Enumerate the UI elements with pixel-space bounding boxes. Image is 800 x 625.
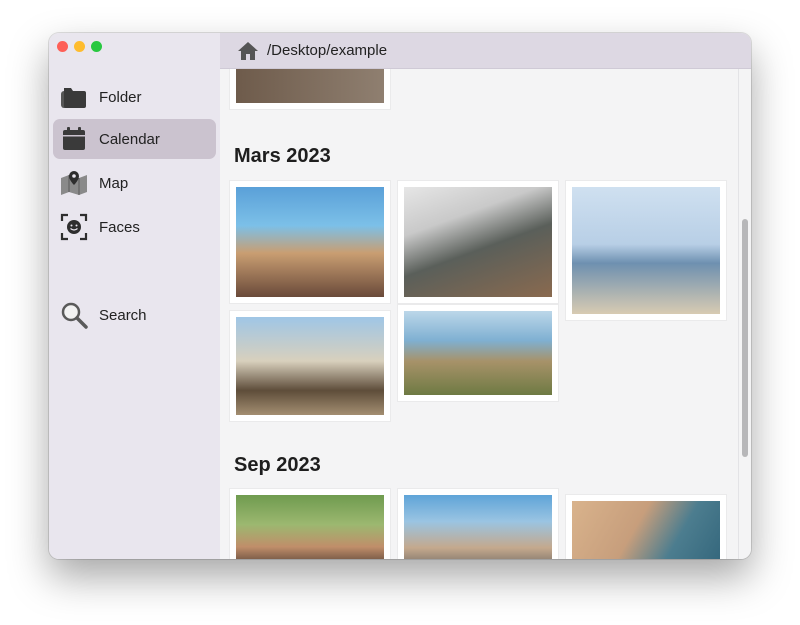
sidebar-item-faces[interactable]: Faces [53,207,216,247]
photo-thumbnail[interactable] [230,69,390,109]
sidebar-item-label: Calendar [99,130,160,148]
window-controls [57,41,102,52]
photo-thumbnail[interactable] [398,489,558,559]
photo-thumbnail[interactable] [230,311,390,421]
minimize-window-button[interactable] [74,41,85,52]
folder-icon [59,82,89,112]
photo-image [404,495,552,559]
photo-image [404,187,552,297]
vertical-scrollbar[interactable] [738,69,751,559]
photo-image [236,317,384,415]
photo-image [236,69,384,103]
photo-thumbnail[interactable] [566,181,726,320]
section-title: Mars 2023 [234,145,331,167]
sidebar-item-map[interactable]: Map [53,163,216,203]
scrollbar-thumb[interactable] [742,219,748,457]
sidebar-item-label: Search [99,306,147,324]
photo-thumbnail[interactable] [230,181,390,303]
path-breadcrumb: /Desktop/example [267,42,388,59]
sidebar-item-folder[interactable]: Folder [53,77,216,117]
close-window-button[interactable] [57,41,68,52]
zoom-window-button[interactable] [91,41,102,52]
sidebar-item-label: Map [99,174,129,192]
home-icon[interactable] [237,40,259,62]
sidebar-item-label: Folder [99,88,142,106]
photo-grid[interactable]: Mars 2023 Sep 2023 [220,69,739,559]
map-icon [59,168,89,198]
faces-icon [59,212,89,242]
toolbar: /Desktop/example [220,33,751,69]
photo-image [404,311,552,395]
app-window: Folder Calendar Map Faces Search /Deskto… [49,33,751,559]
photo-thumbnail[interactable] [566,495,726,559]
sidebar-item-search[interactable]: Search [53,295,216,335]
sidebar: Folder Calendar Map Faces Search [49,33,221,559]
photo-image [236,495,384,559]
photo-thumbnail[interactable] [230,489,390,559]
section-title: Sep 2023 [234,454,321,476]
photo-image [572,187,720,314]
sidebar-item-calendar[interactable]: Calendar [53,119,216,159]
search-icon [59,300,89,330]
photo-thumbnail[interactable] [398,181,558,303]
calendar-icon [59,124,89,154]
photo-thumbnail[interactable] [398,305,558,401]
photo-image [236,187,384,297]
sidebar-item-label: Faces [99,218,140,236]
photo-image [572,501,720,559]
